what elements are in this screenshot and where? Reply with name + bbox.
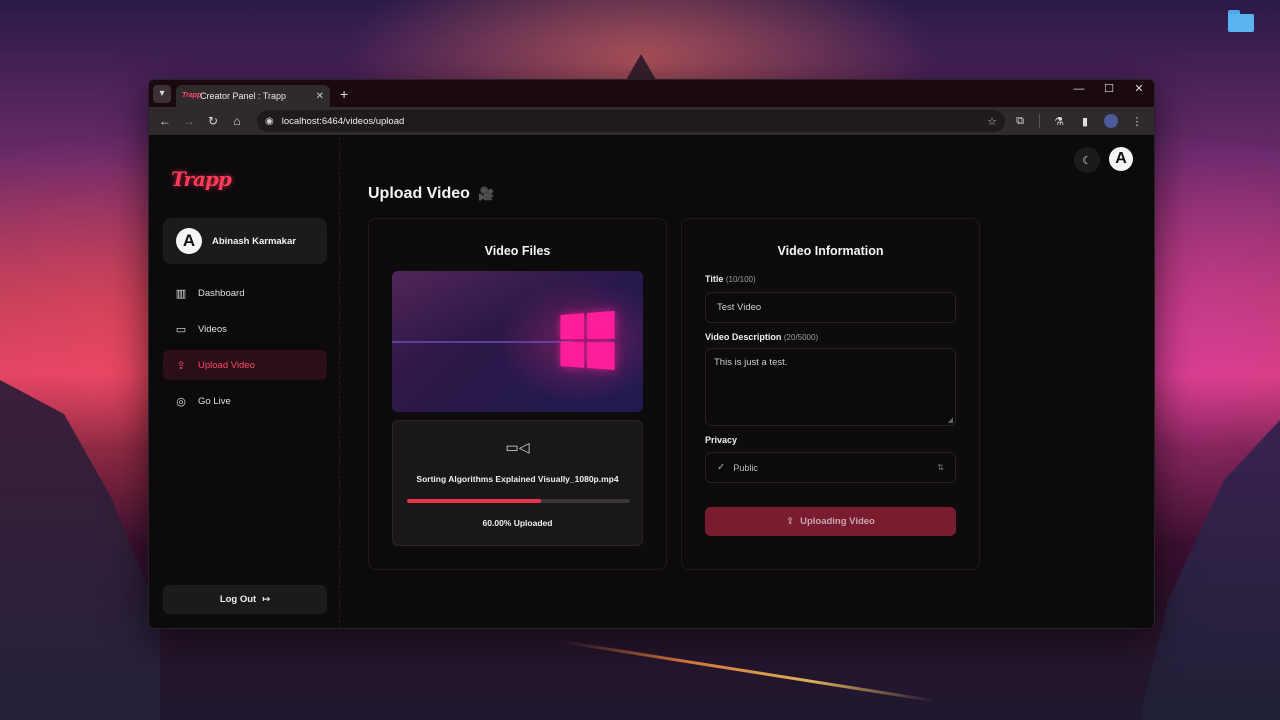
- browser-profile-avatar[interactable]: [1104, 114, 1118, 128]
- video-file-icon: ▭◁: [505, 439, 530, 455]
- tab-close-icon[interactable]: ✕: [316, 91, 324, 102]
- upload-progress-bar: [407, 499, 630, 503]
- upload-icon: ⇪: [786, 516, 795, 527]
- sidebar-item-label: Videos: [198, 323, 227, 335]
- upload-filename: Sorting Algorithms Explained Visually_10…: [416, 474, 619, 484]
- profile-card[interactable]: A Abinash Karmakar: [163, 218, 327, 264]
- sidebar-item-dashboard[interactable]: ▥ Dashboard: [163, 278, 327, 308]
- video-information-title: Video Information: [777, 244, 884, 258]
- tab-title: Creator Panel : Trapp: [200, 91, 287, 101]
- page-content: Trapp A Abinash Karmakar ▥ Dashboard ▭ V…: [149, 137, 1154, 628]
- upload-icon: ⇪: [176, 359, 186, 372]
- title-input-value: Test Video: [717, 302, 762, 313]
- header-avatar[interactable]: A: [1109, 147, 1133, 171]
- side-panel-icon[interactable]: ▮: [1074, 115, 1096, 128]
- sidebar-item-label: Upload Video: [198, 359, 255, 371]
- browser-toolbar: ← → ↻ ⌂ ◉ localhost:6464/videos/upload ☆…: [149, 107, 1154, 135]
- chevron-up-down-icon: ⇅: [937, 463, 944, 472]
- privacy-select[interactable]: ✓ Public ⇅: [705, 452, 956, 483]
- logout-label: Log Out: [219, 594, 257, 605]
- title-input[interactable]: Test Video: [705, 292, 956, 323]
- main-content: ☾ A Upload Video 🎥 Video Files ▭◁ Sortin…: [340, 137, 1154, 628]
- movie-camera-icon: 🎥: [477, 186, 495, 201]
- labs-flask-icon[interactable]: ⚗: [1048, 115, 1070, 128]
- profile-name: Abinash Karmakar: [212, 235, 296, 247]
- desktop-mountain-left: [0, 380, 160, 720]
- privacy-selected-value: Public: [733, 462, 758, 473]
- address-bar[interactable]: ◉ localhost:6464/videos/upload ☆: [257, 110, 1005, 132]
- description-label: Video Description (20/5000): [705, 332, 819, 342]
- site-info-icon[interactable]: ◉: [265, 116, 274, 127]
- upload-status: 60.00% Uploaded: [482, 518, 553, 528]
- upload-submit-button[interactable]: ⇪ Uploading Video: [705, 507, 956, 536]
- resize-handle-icon[interactable]: ◢: [948, 416, 953, 424]
- tab-favicon-icon: Trapp: [182, 92, 202, 99]
- window-close-icon[interactable]: ✕: [1124, 80, 1154, 100]
- privacy-label: Privacy: [705, 435, 738, 445]
- sidebar-item-videos[interactable]: ▭ Videos: [163, 314, 327, 344]
- home-icon[interactable]: ⌂: [227, 114, 247, 128]
- tab-bar: ▾ Trapp Creator Panel : Trapp ✕ + — ☐ ✕: [149, 80, 1154, 107]
- sidebar-nav: ▥ Dashboard ▭ Videos ⇪ Upload Video ◎ Go…: [163, 278, 327, 422]
- video-thumbnail[interactable]: [392, 271, 643, 412]
- video-files-title: Video Files: [484, 244, 551, 258]
- check-circle-icon: ✓: [717, 462, 726, 473]
- minimize-icon[interactable]: —: [1064, 80, 1094, 100]
- desktop-mountain-right: [1140, 420, 1280, 720]
- description-textarea[interactable]: This is just a test. ◢: [705, 348, 956, 426]
- description-value: This is just a test.: [714, 357, 788, 368]
- extensions-icon[interactable]: ⧉: [1009, 115, 1031, 128]
- broadcast-icon: ◎: [176, 395, 186, 408]
- avatar: A: [176, 228, 202, 254]
- sidebar-item-label: Dashboard: [198, 287, 245, 299]
- submit-label: Uploading Video: [800, 516, 875, 527]
- tab-search-icon[interactable]: ▾: [153, 84, 171, 103]
- app-logo[interactable]: Trapp: [171, 167, 232, 191]
- toolbar-divider: [1039, 114, 1040, 128]
- browser-menu-icon[interactable]: ⋮: [1126, 115, 1148, 128]
- desktop-peak: [626, 54, 656, 80]
- theme-toggle-moon-icon[interactable]: ☾: [1074, 147, 1100, 173]
- video-camera-icon: ▭: [175, 323, 187, 336]
- url-text[interactable]: localhost:6464/videos/upload: [282, 116, 979, 127]
- video-files-card: Video Files ▭◁ Sorting Algorithms Explai…: [368, 218, 667, 570]
- page-title: Upload Video 🎥: [368, 185, 494, 203]
- bookmark-star-icon[interactable]: ☆: [987, 115, 997, 128]
- upload-progress-fill: [407, 499, 541, 503]
- window-controls: — ☐ ✕: [1064, 80, 1154, 100]
- video-information-card: Video Information Title (10/100) Test Vi…: [681, 218, 980, 570]
- new-tab-icon[interactable]: +: [340, 86, 348, 102]
- back-icon[interactable]: ←: [155, 114, 175, 128]
- bar-chart-icon: ▥: [175, 287, 187, 300]
- sidebar-item-label: Go Live: [198, 395, 231, 407]
- browser-window: ▾ Trapp Creator Panel : Trapp ✕ + — ☐ ✕ …: [148, 79, 1155, 629]
- title-label: Title (10/100): [705, 274, 756, 284]
- windows-logo-icon: [560, 310, 618, 374]
- forward-icon[interactable]: →: [179, 114, 199, 128]
- description-char-count: (20/5000): [783, 333, 819, 342]
- desktop-folder-icon[interactable]: [1228, 10, 1254, 32]
- sidebar: Trapp A Abinash Karmakar ▥ Dashboard ▭ V…: [149, 137, 340, 628]
- reload-icon[interactable]: ↻: [203, 114, 223, 128]
- sidebar-item-upload-video[interactable]: ⇪ Upload Video: [163, 350, 327, 380]
- page-title-text: Upload Video: [368, 185, 470, 202]
- upload-progress-box: ▭◁ Sorting Algorithms Explained Visually…: [392, 420, 643, 546]
- sidebar-item-go-live[interactable]: ◎ Go Live: [163, 386, 327, 416]
- logout-icon: ↦: [262, 594, 271, 605]
- title-char-count: (10/100): [725, 275, 756, 284]
- logout-button[interactable]: Log Out ↦: [163, 585, 327, 614]
- maximize-icon[interactable]: ☐: [1094, 80, 1124, 100]
- browser-tab[interactable]: Trapp Creator Panel : Trapp ✕: [176, 85, 330, 107]
